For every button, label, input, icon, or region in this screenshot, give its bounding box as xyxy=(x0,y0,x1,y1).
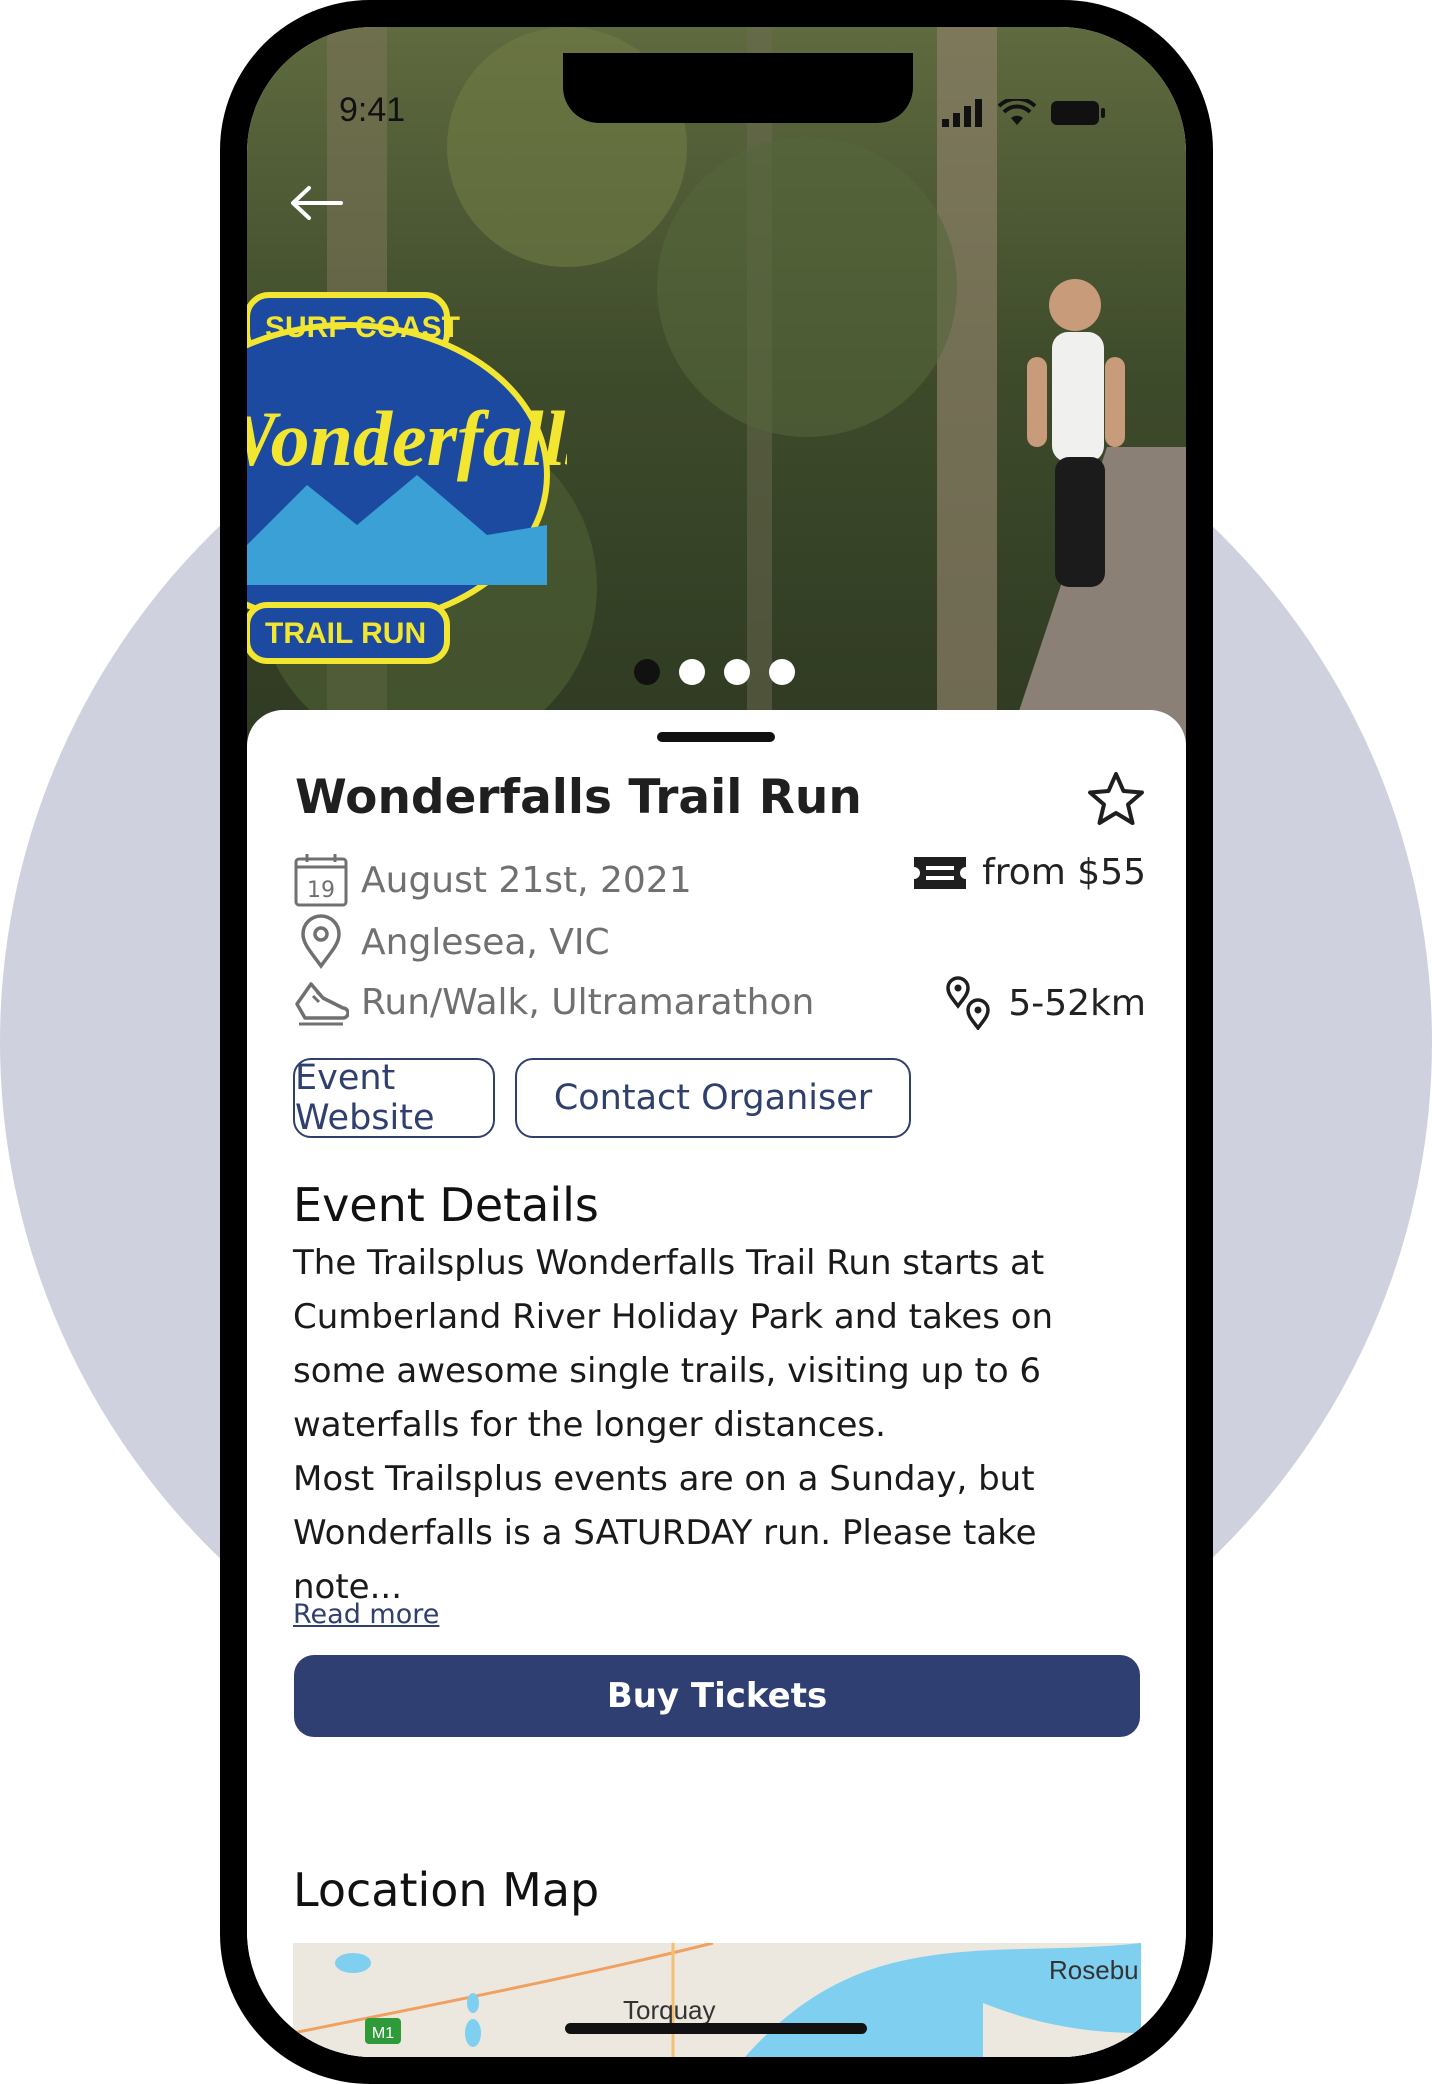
calendar-icon: 19 xyxy=(293,852,349,908)
event-details-paragraph-1: The Trailsplus Wonderfalls Trail Run sta… xyxy=(293,1243,1054,1445)
location-pin-icon xyxy=(293,914,349,970)
event-location: Anglesea, VIC xyxy=(361,921,610,963)
buy-tickets-button[interactable]: Buy Tickets xyxy=(294,1655,1140,1737)
svg-text:19: 19 xyxy=(307,878,335,903)
status-icons xyxy=(942,99,1106,127)
event-website-button[interactable]: Event Website xyxy=(293,1058,495,1138)
phone-frame: SURF COAST Wonderfalls TRAIL RUN 9:41 xyxy=(220,0,1213,2084)
price-text: from $55 xyxy=(982,852,1146,893)
logo-text-bottom: TRAIL RUN xyxy=(265,617,426,650)
back-arrow-icon xyxy=(291,186,343,220)
logo-text-top: SURF COAST xyxy=(265,311,460,344)
carousel-indicator xyxy=(634,659,795,685)
event-details-paragraph-2: Most Trailsplus events are on a Sunday, … xyxy=(293,1459,1037,1607)
road-label: M1 xyxy=(372,2025,394,2042)
contact-organiser-button[interactable]: Contact Organiser xyxy=(515,1058,911,1138)
event-categories: Run/Walk, Ultramarathon xyxy=(361,981,815,1023)
carousel-dot[interactable] xyxy=(679,659,705,685)
star-icon xyxy=(1088,772,1144,825)
logo-text-main: Wonderfalls xyxy=(247,395,567,482)
wifi-icon xyxy=(998,99,1036,125)
phone-notch xyxy=(563,53,913,123)
event-title: Wonderfalls Trail Run xyxy=(295,770,862,825)
favorite-button[interactable] xyxy=(1086,770,1146,832)
back-button[interactable] xyxy=(289,185,343,225)
location-map[interactable]: M1 Torquay Rosebu xyxy=(293,1943,1141,2057)
signal-icon xyxy=(942,99,982,127)
hero-image: SURF COAST Wonderfalls TRAIL RUN xyxy=(247,27,1186,747)
sheet-grabber[interactable] xyxy=(657,732,775,742)
carousel-dot[interactable] xyxy=(634,659,660,685)
home-indicator[interactable] xyxy=(565,2023,867,2034)
map-graphic: M1 xyxy=(293,1943,1141,2057)
route-icon xyxy=(944,976,994,1030)
location-map-heading: Location Map xyxy=(293,1863,600,1917)
event-details-heading: Event Details xyxy=(293,1178,599,1232)
running-shoe-icon xyxy=(293,974,349,1030)
carousel-dot[interactable] xyxy=(724,659,750,685)
status-time: 9:41 xyxy=(339,91,406,129)
event-date-row: 19 August 21st, 2021 xyxy=(293,852,692,908)
event-sheet: Wonderfalls Trail Run 19 August 21st, 20… xyxy=(247,710,1186,2057)
read-more-link[interactable]: Read more xyxy=(293,1599,439,1630)
event-date: August 21st, 2021 xyxy=(361,859,692,901)
battery-icon xyxy=(1051,101,1105,125)
distance-text: 5-52km xyxy=(1008,982,1146,1024)
event-price: from $55 xyxy=(912,852,1146,893)
ticket-icon xyxy=(912,855,968,891)
phone-screen: SURF COAST Wonderfalls TRAIL RUN 9:41 xyxy=(247,27,1186,2057)
event-location-row: Anglesea, VIC xyxy=(293,914,610,970)
map-label-torquay: Torquay xyxy=(623,1995,716,2025)
event-distance: 5-52km xyxy=(944,976,1146,1030)
map-label-rosebud: Rosebu xyxy=(1049,1955,1139,1985)
carousel-dot[interactable] xyxy=(769,659,795,685)
event-category-row: Run/Walk, Ultramarathon xyxy=(293,974,814,1030)
event-logo: SURF COAST Wonderfalls TRAIL RUN xyxy=(247,292,567,664)
